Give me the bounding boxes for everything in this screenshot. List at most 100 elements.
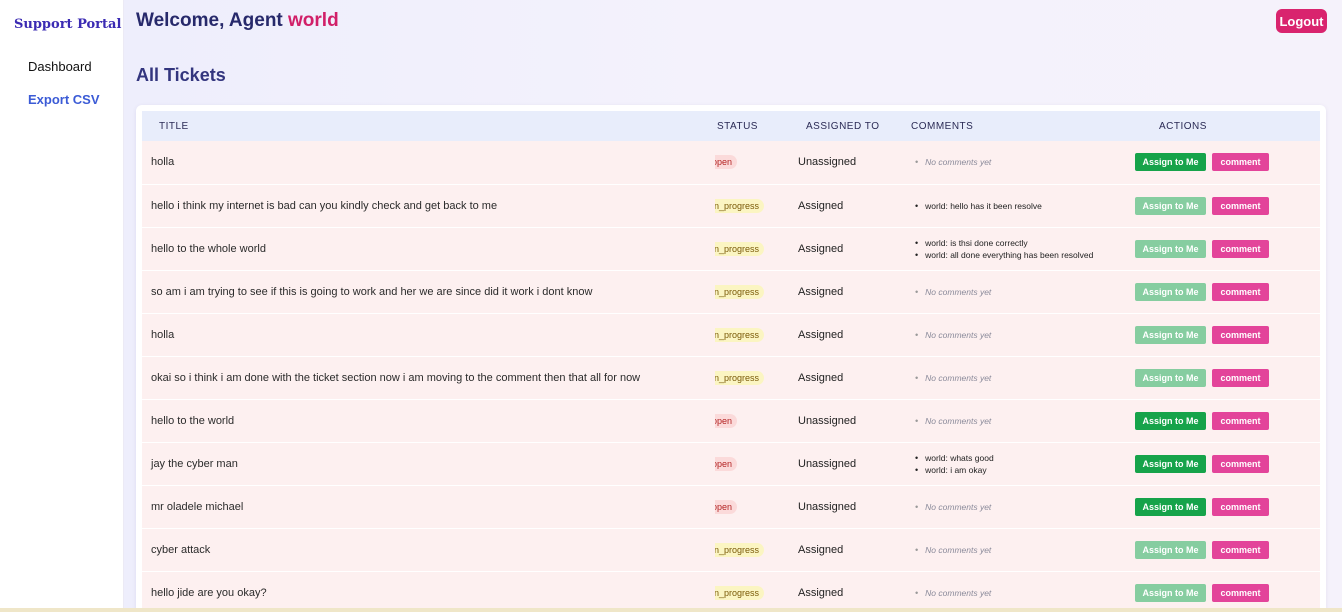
comments-list: No comments yet bbox=[911, 329, 1135, 341]
assign-to-me-button[interactable]: Assign to Me bbox=[1135, 282, 1206, 301]
ticket-comments-cell: world: hello has it been resolve bbox=[911, 184, 1135, 227]
ticket-actions-cell: Assign to Me comment bbox=[1135, 270, 1320, 313]
sidebar-item-export-csv[interactable]: Export CSV bbox=[28, 92, 100, 107]
ticket-comments-cell: No comments yet bbox=[911, 313, 1135, 356]
ticket-title: holla bbox=[151, 156, 175, 169]
ticket-actions-cell: Assign to Me comment bbox=[1135, 442, 1320, 485]
comments-list: No comments yet bbox=[911, 587, 1135, 599]
ticket-assigned-to: Assigned bbox=[798, 586, 844, 599]
tickets-table-body: hollaopenUnassignedNo comments yetAssign… bbox=[142, 141, 1320, 612]
actions-group: Assign to Me comment bbox=[1135, 196, 1320, 215]
comment-button[interactable]: comment bbox=[1212, 497, 1269, 516]
table-row: holla open Unassigned No comments yetAssign… bbox=[142, 141, 1320, 184]
comment-button[interactable]: comment bbox=[1212, 282, 1269, 301]
column-header-assigned-to: ASSIGNED TO bbox=[806, 120, 880, 132]
assign-to-me-button[interactable]: Assign to Me bbox=[1135, 325, 1206, 344]
no-comments-text: No comments yet bbox=[915, 372, 1135, 384]
ticket-title: hello to the world bbox=[151, 414, 235, 427]
comment-button[interactable]: comment bbox=[1212, 239, 1269, 258]
assign-to-me-button[interactable]: Assign to Me bbox=[1135, 196, 1206, 215]
comments-list: No comments yet bbox=[911, 286, 1135, 298]
ticket-status-cell: in_progress bbox=[715, 528, 798, 571]
assign-to-me-button[interactable]: Assign to Me bbox=[1135, 411, 1206, 430]
ticket-comments-cell: world: is thsi done correctlyworld: all … bbox=[911, 227, 1135, 270]
ticket-status-cell: open bbox=[715, 399, 798, 442]
assign-to-me-button[interactable]: Assign to Me bbox=[1135, 454, 1206, 473]
column-header-actions: ACTIONS bbox=[1159, 120, 1207, 132]
section-title: All Tickets bbox=[136, 65, 226, 85]
ticket-assigned-to: Assigned bbox=[798, 285, 844, 298]
ticket-title: hello i think my internet is bad can you… bbox=[151, 199, 498, 212]
table-row: hello to the world open Unassigned No comme… bbox=[142, 399, 1320, 442]
comments-list: world: is thsi done correctlyworld: all … bbox=[911, 237, 1135, 261]
tickets-table: TITLE STATUS ASSIGNED TO COMMENTS ACTION… bbox=[142, 111, 1320, 612]
comment-button[interactable]: comment bbox=[1212, 196, 1269, 215]
ticket-actions-cell: Assign to Me comment bbox=[1135, 184, 1320, 227]
ticket-comments-cell: world: whats goodworld: i am okay bbox=[911, 442, 1135, 485]
comment-item: world: hello has it been resolve bbox=[915, 200, 1135, 212]
ticket-comments-cell: No comments yet bbox=[911, 270, 1135, 313]
assign-to-me-button[interactable]: Assign to Me bbox=[1135, 497, 1206, 516]
assign-to-me-button[interactable]: Assign to Me bbox=[1135, 153, 1206, 172]
ticket-status-cell: in_progress bbox=[715, 184, 798, 227]
ticket-title: so am i am trying to see if this is goin… bbox=[151, 285, 593, 298]
ticket-assigned-to: Unassigned bbox=[798, 414, 857, 427]
ticket-status-cell: open bbox=[715, 141, 798, 184]
status-badge: in_progress bbox=[715, 542, 765, 557]
comment-item: world: is thsi done correctly bbox=[915, 237, 1135, 249]
logout-button[interactable]: Logout bbox=[1276, 9, 1327, 33]
ticket-status-cell: open bbox=[715, 485, 798, 528]
ticket-actions-cell: Assign to Me comment bbox=[1135, 313, 1320, 356]
comment-button[interactable]: comment bbox=[1212, 368, 1269, 387]
status-badge: open bbox=[715, 499, 738, 514]
assign-to-me-button[interactable]: Assign to Me bbox=[1135, 239, 1206, 258]
column-header-title: TITLE bbox=[159, 120, 189, 132]
ticket-assigned-to: Assigned bbox=[798, 328, 844, 341]
actions-group: Assign to Me comment bbox=[1135, 325, 1320, 344]
no-comments-text: No comments yet bbox=[915, 329, 1135, 341]
comment-button[interactable]: comment bbox=[1212, 153, 1269, 172]
comment-button[interactable]: comment bbox=[1212, 325, 1269, 344]
comment-button[interactable]: comment bbox=[1212, 540, 1269, 559]
assign-to-me-button[interactable]: Assign to Me bbox=[1135, 368, 1206, 387]
ticket-actions-cell: Assign to Me comment bbox=[1135, 227, 1320, 270]
status-badge: open bbox=[715, 413, 738, 428]
comments-list: No comments yet bbox=[911, 501, 1135, 513]
ticket-status-cell: in_progress bbox=[715, 313, 798, 356]
ticket-status-cell: in_progress bbox=[715, 356, 798, 399]
welcome-prefix: Welcome, Agent bbox=[136, 10, 283, 31]
ticket-comments-cell: No comments yet bbox=[911, 571, 1135, 612]
assign-to-me-button[interactable]: Assign to Me bbox=[1135, 583, 1206, 602]
actions-group: Assign to Me comment bbox=[1135, 497, 1320, 516]
ticket-title: cyber attack bbox=[151, 543, 211, 556]
ticket-actions-cell: Assign to Me comment bbox=[1135, 399, 1320, 442]
ticket-actions-cell: Assign to Me comment bbox=[1135, 485, 1320, 528]
status-badge: in_progress bbox=[715, 241, 765, 256]
no-comments-text: No comments yet bbox=[915, 587, 1135, 599]
comments-list: world: whats goodworld: i am okay bbox=[911, 452, 1135, 476]
no-comments-text: No comments yet bbox=[915, 544, 1135, 556]
sidebar: Support Portal Dashboard Export CSV bbox=[0, 0, 124, 612]
actions-group: Assign to Me comment bbox=[1135, 454, 1320, 473]
comment-button[interactable]: comment bbox=[1212, 454, 1269, 473]
table-header-row: TITLE STATUS ASSIGNED TO COMMENTS ACTION… bbox=[142, 111, 1320, 141]
comments-list: world: hello has it been resolve bbox=[911, 200, 1135, 212]
comments-list: No comments yet bbox=[911, 156, 1135, 168]
comment-item: world: i am okay bbox=[915, 464, 1135, 476]
table-row: okai so i think i am done with the ticke… bbox=[142, 356, 1320, 399]
ticket-comments-cell: No comments yet bbox=[911, 528, 1135, 571]
ticket-actions-cell: Assign to Me comment bbox=[1135, 571, 1320, 612]
assign-to-me-button[interactable]: Assign to Me bbox=[1135, 540, 1206, 559]
comment-button[interactable]: comment bbox=[1212, 583, 1269, 602]
sidebar-item-dashboard[interactable]: Dashboard bbox=[28, 59, 92, 74]
ticket-actions-cell: Assign to Me comment bbox=[1135, 528, 1320, 571]
comment-button[interactable]: comment bbox=[1212, 411, 1269, 430]
table-row: jay the cyber man open Unassigned world: wh… bbox=[142, 442, 1320, 485]
ticket-title: mr oladele michael bbox=[151, 500, 244, 513]
status-badge: open bbox=[715, 456, 738, 471]
main-content: Welcome, Agent world Logout All Tickets … bbox=[124, 0, 1342, 612]
actions-group: Assign to Me comment bbox=[1135, 540, 1320, 559]
status-badge: in_progress bbox=[715, 370, 765, 385]
ticket-actions-cell: Assign to Me comment bbox=[1135, 141, 1320, 184]
brand-title: Support Portal bbox=[14, 17, 122, 32]
